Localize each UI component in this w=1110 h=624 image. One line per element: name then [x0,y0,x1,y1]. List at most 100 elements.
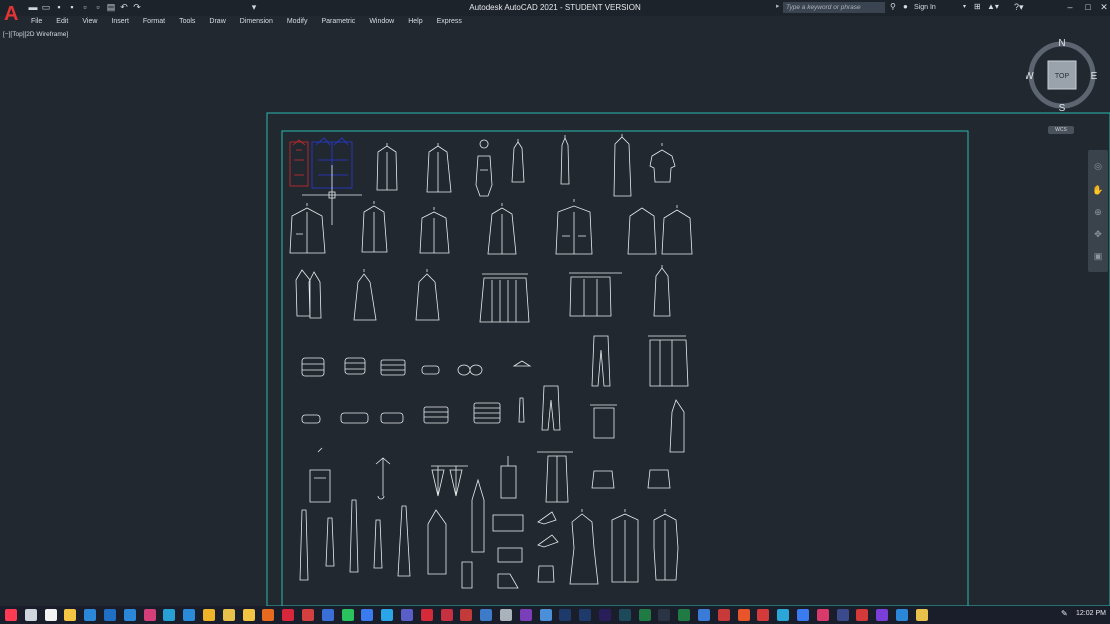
close-icon[interactable]: ✕ [1096,0,1110,14]
a360-icon[interactable]: ▲▾ [987,2,999,11]
taskbar-edge-icon[interactable] [163,609,176,621]
taskbar-file-explorer-icon[interactable] [64,609,77,621]
long-item-2 [325,517,335,567]
menu-help[interactable]: Help [401,16,429,27]
taskbar-excel-2-icon[interactable] [678,609,691,621]
drawing-canvas[interactable] [0,0,1110,606]
taskbar-app-blue-3-icon[interactable] [698,609,710,621]
taskbar-app-blue-5-icon[interactable] [896,609,908,621]
menu-file[interactable]: File [24,16,49,27]
viewport-controls[interactable]: [−][Top][2D Wireframe] [3,31,68,38]
menu-format[interactable]: Format [136,16,172,27]
folded-item-1 [421,365,440,375]
taskbar-opera-icon[interactable] [282,609,295,621]
taskbar-files-icon[interactable] [242,609,255,621]
taskbar-app-dark-icon[interactable] [658,609,671,621]
zoom-icon[interactable]: ⊕ [1092,206,1104,218]
wcs-menu[interactable]: WCS [1048,126,1074,134]
taskbar-ie-icon[interactable] [183,609,196,621]
coat-stand [500,456,517,499]
folded-item-4 [380,412,404,424]
compass-n[interactable]: N [1058,38,1065,49]
taskbar-app-navy-icon[interactable] [836,609,849,621]
menu-modify[interactable]: Modify [280,16,315,27]
taskbar-premiere-icon[interactable] [599,609,611,621]
clothing-blocks [289,134,693,589]
taskbar-photoshop-icon[interactable] [559,609,572,621]
sign-in-link[interactable]: Sign In [914,4,936,11]
steering-wheel-icon[interactable]: ◎ [1092,160,1104,172]
taskbar-autocad-3-icon[interactable] [460,609,473,621]
viewcube[interactable]: TOP N S W E [1026,37,1098,113]
taskbar-mail-icon[interactable] [123,609,136,621]
coat-draped [353,269,377,321]
search-input[interactable]: Type a keyword or phrase [783,2,885,13]
taskbar-audition-icon[interactable] [618,609,631,621]
taskbar-chrome-icon[interactable] [222,609,235,621]
taskbar-app-magenta-icon[interactable] [816,609,829,621]
taskbar-app-cyan-icon[interactable] [777,609,790,621]
menu-edit[interactable]: Edit [49,16,75,27]
taskbar-app-grey-icon[interactable] [500,609,512,621]
blazer-5 [555,199,593,255]
chevron-down-icon[interactable]: ▾ [963,3,966,10]
taskbar-acrobat-icon[interactable] [717,609,730,621]
coat-long [560,135,570,185]
taskbar-store-icon[interactable] [44,609,57,621]
blazer-1 [289,203,326,254]
pan-icon[interactable]: ✋ [1092,184,1104,196]
taskbar-app-blue-2-icon[interactable] [539,609,552,621]
taskbar-paint-icon[interactable] [203,609,215,621]
orbit-icon[interactable]: ✥ [1092,228,1104,240]
taskbar-app-yellow-icon[interactable] [915,609,928,621]
help-icon[interactable]: ?▾ [1014,2,1024,13]
showmotion-icon[interactable]: ▣ [1092,250,1104,262]
taskbar-autocad-icon[interactable] [420,609,433,621]
binoculars-icon[interactable]: ⚲ [890,2,896,11]
taskbar-teams-icon[interactable] [401,609,413,621]
minimize-icon[interactable]: – [1062,0,1078,14]
taskbar-autocad-2-icon[interactable] [440,609,453,621]
taskbar-app-blue-icon[interactable] [321,609,334,621]
taskbar-firefox-icon[interactable] [262,609,275,621]
menu-express[interactable]: Express [430,16,469,27]
taskbar-app-purple-icon[interactable] [876,609,889,621]
menu-view[interactable]: View [75,16,104,27]
taskbar-photos-icon[interactable] [143,609,156,621]
taskbar-app-orange-icon[interactable] [737,609,750,621]
taskbar-app-red-icon[interactable] [302,609,314,621]
taskbar-start-icon[interactable] [5,609,17,621]
menu-window[interactable]: Window [362,16,401,27]
taskbar-skype-icon[interactable] [381,609,394,621]
compass-w[interactable]: W [1026,71,1034,82]
pen-icon[interactable]: ✎ [1061,609,1068,618]
taskbar-photoshop-2-icon[interactable] [579,609,592,621]
taskbar-search-icon[interactable] [24,609,37,621]
menu-tools[interactable]: Tools [172,16,202,27]
menu-dimension[interactable]: Dimension [233,16,280,27]
maximize-icon[interactable]: □ [1080,0,1096,14]
user-icon[interactable]: ● [903,2,908,11]
taskbar-whatsapp-icon[interactable] [341,609,354,621]
compass-e[interactable]: E [1091,71,1098,82]
taskbar-zoom-icon[interactable] [361,609,374,621]
viewcube-face[interactable]: TOP [1055,73,1070,80]
taskbar-onedrive-icon[interactable] [84,609,97,621]
taskbar-app-red-2-icon[interactable] [757,609,770,621]
taskbar-app-red-3-icon[interactable] [856,609,869,621]
dress-hanger [511,139,525,183]
taskbar-app-blue-4-icon[interactable] [797,609,809,621]
taskbar-calculator-icon[interactable] [104,609,116,621]
menu-insert[interactable]: Insert [104,16,136,27]
menu-draw[interactable]: Draw [202,16,232,27]
hanger-small [512,360,532,367]
sheet-border [266,112,1110,606]
cart-icon[interactable]: ⊞ [974,2,981,11]
compass-s[interactable]: S [1059,103,1066,113]
taskbar-onenote-icon[interactable] [519,609,532,621]
taskbar-excel-icon[interactable] [638,609,651,621]
taskbar-revit-icon[interactable] [480,609,493,621]
search-arrow-icon[interactable]: ▸ [776,2,780,10]
folded-stack-5 [473,402,501,424]
menu-parametric[interactable]: Parametric [314,16,362,27]
